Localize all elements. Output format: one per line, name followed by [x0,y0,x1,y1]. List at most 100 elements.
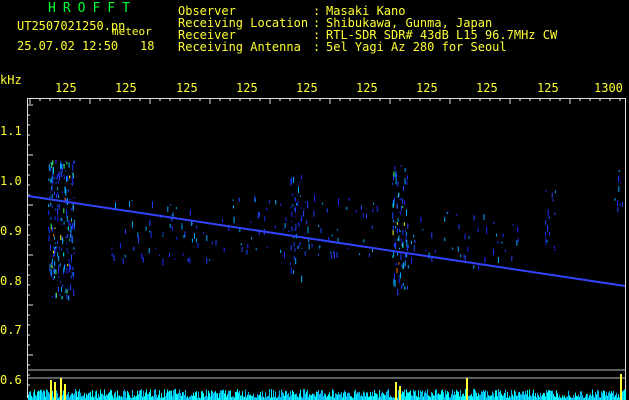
noise-bar [434,395,435,400]
burst-pixel [71,208,73,211]
noise-bar [475,390,476,400]
burst-pixel [397,238,399,242]
noise-spike [50,380,52,400]
burst-pixel [65,161,66,163]
noise-bar [606,392,607,400]
noise-bar [410,390,411,400]
noise-bar [608,392,609,400]
noise-bar [344,390,345,400]
noise-bar [386,391,387,400]
burst-pixel [284,251,285,259]
noise-bar [279,390,280,400]
noise-bar [181,396,182,400]
noise-bar [465,389,466,400]
burst-pixel [184,231,186,237]
noise-bar [76,391,77,400]
noise-bar [247,394,248,400]
noise-bar [474,389,475,400]
burst-pixel [554,190,556,194]
burst-pixel [400,238,402,241]
noise-bar [178,393,179,400]
noise-bar [267,396,268,400]
burst-pixel [73,197,75,199]
noise-bar [291,395,292,400]
burst-pixel [338,198,340,206]
noise-bar [521,394,522,400]
burst-pixel [69,223,71,227]
noise-bar [214,392,215,400]
burst-pixel [48,210,50,215]
burst-pixel [254,195,256,202]
burst-pixel [618,186,620,192]
noise-bar [415,390,416,400]
noise-bar [357,392,358,400]
burst-pixel [366,213,367,219]
burst-pixel [238,197,240,202]
noise-bar [242,391,243,400]
noise-bar [554,396,555,400]
burst-pixel [61,171,63,178]
noise-bar [128,392,129,400]
noise-bar [546,390,547,400]
noise-bar [498,389,499,400]
burst-pixel [551,192,553,198]
noise-bar [230,390,231,400]
noise-bar [250,394,251,400]
noise-bar [95,391,96,400]
burst-pixel [129,201,131,207]
noise-bar [549,390,550,400]
burst-pixel [176,236,178,240]
noise-bar [597,390,598,400]
noise-bar [413,389,414,400]
noise-bar [219,393,220,400]
noise-bar [402,391,403,400]
noise-bar [309,394,310,400]
noise-bar [300,389,301,400]
noise-bar [351,396,352,400]
burst-pixel [171,214,173,216]
noise-bar [336,393,337,400]
burst-pixel [620,183,622,185]
burst-pixel [394,280,396,288]
noise-bar [195,392,196,400]
burst-pixel [70,275,72,279]
noise-bar [420,390,421,400]
burst-pixel [413,245,415,252]
noise-bar [87,395,88,400]
burst-pixel [619,203,621,206]
noise-bar [310,395,311,400]
burst-pixel [299,241,301,246]
noise-bar [625,390,626,400]
burst-pixel [72,164,74,171]
burst-pixel [446,212,448,214]
burst-pixel [463,254,465,258]
burst-pixel [275,199,277,205]
burst-pixel [111,253,113,257]
noise-bar [94,396,95,400]
burst-pixel [50,179,52,184]
noise-bar [578,394,579,400]
noise-bar [622,391,623,400]
noise-bar [108,393,109,400]
noise-bar [533,389,534,400]
noise-bar [512,394,513,400]
burst-pixel [511,256,513,262]
burst-pixel [71,272,73,274]
noise-bar [481,391,482,400]
noise-bar [596,394,597,400]
burst-pixel [48,204,49,208]
noise-bar [379,390,380,400]
noise-bar [103,395,104,400]
noise-bar [470,395,471,400]
noise-bar [559,394,560,400]
burst-pixel [502,233,504,238]
noise-bar [337,395,338,400]
noise-bar [172,396,173,400]
noise-bar [167,389,168,400]
spectrogram [27,98,626,400]
noise-bar [401,393,402,400]
burst-pixel [392,225,394,231]
noise-bar [573,395,574,400]
burst-pixel [274,225,276,229]
noise-bar [385,395,386,400]
